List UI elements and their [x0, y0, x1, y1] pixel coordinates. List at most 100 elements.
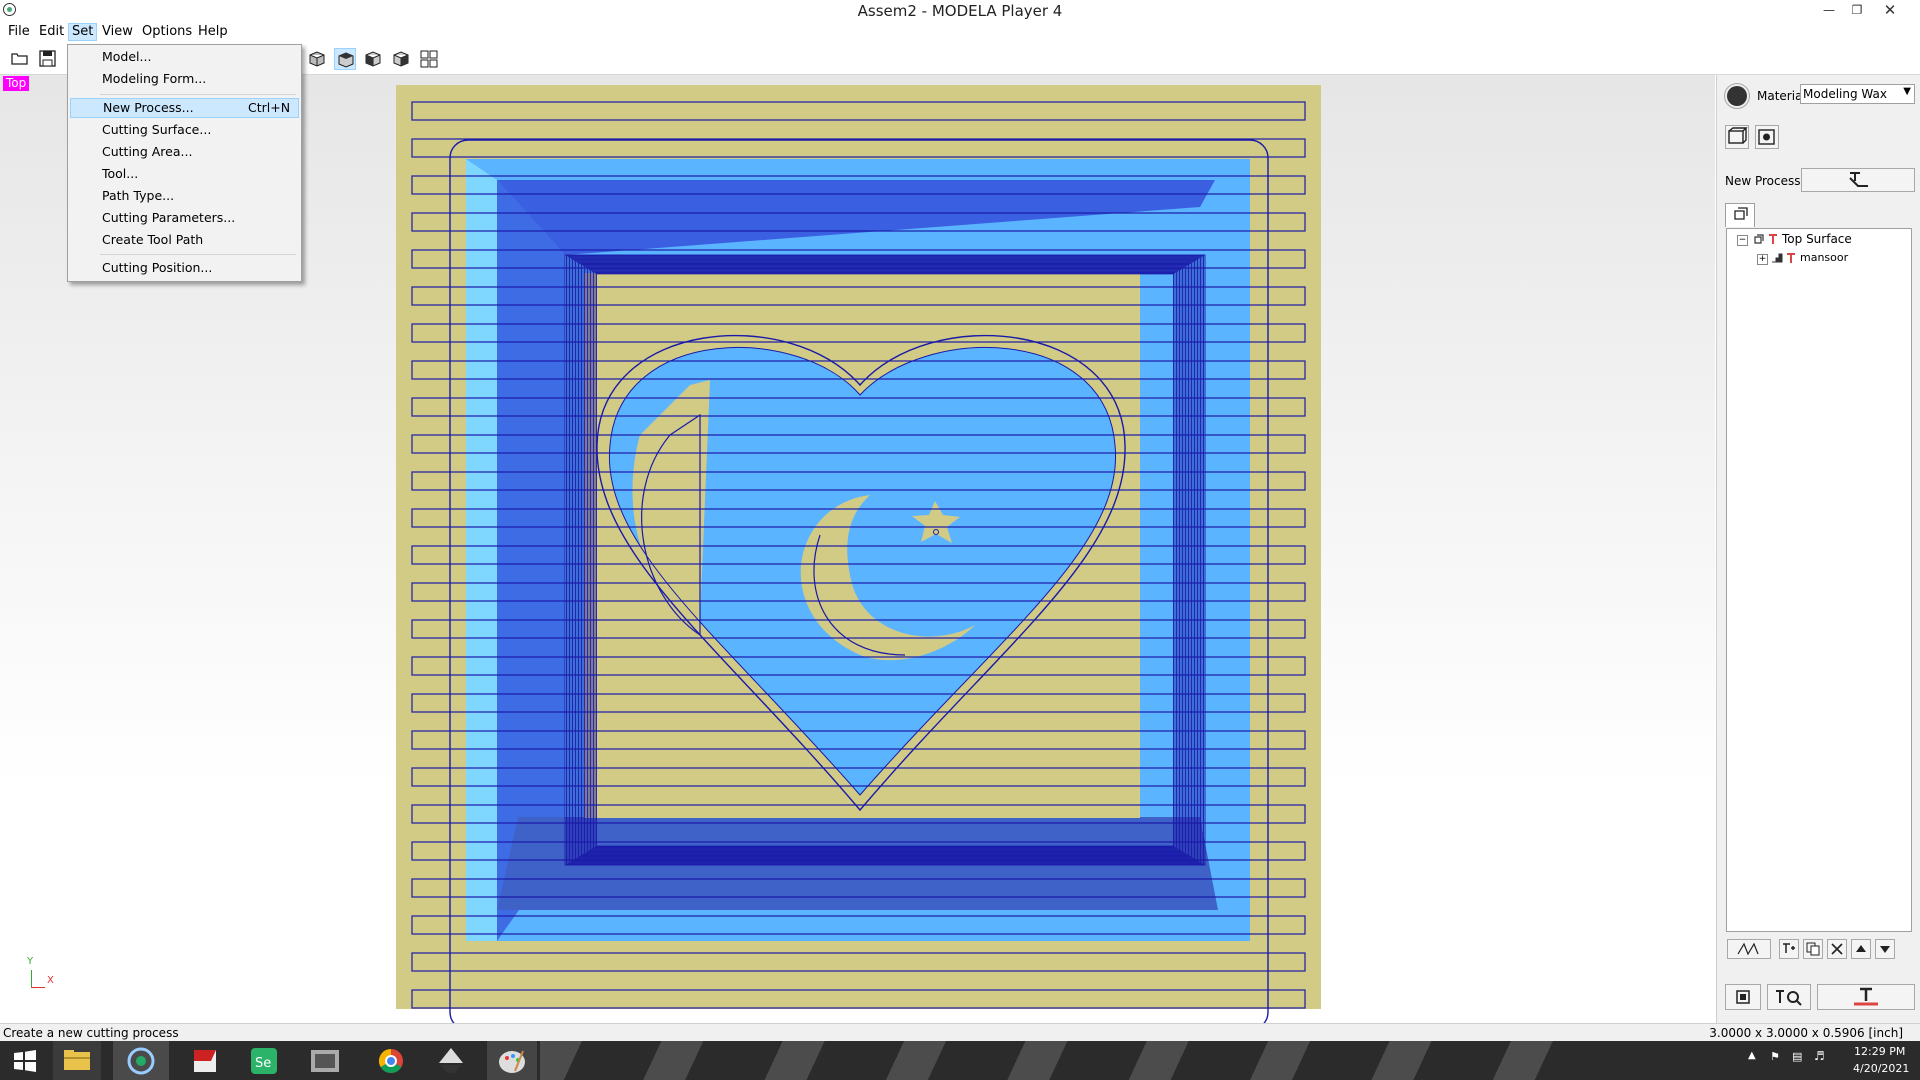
chevron-down-icon: ▼ [1903, 86, 1911, 97]
menu-item-label: New Process... [103, 100, 194, 115]
cube-front-icon [365, 51, 381, 67]
flag-icon[interactable]: ⚑ [1770, 1050, 1780, 1063]
window-title: Assem2 - MODELA Player 4 [857, 2, 1063, 20]
menu-item-label: Cutting Surface... [102, 122, 212, 137]
menu-item-tool[interactable]: Tool... [70, 164, 299, 184]
tool-search-icon [1776, 990, 1802, 1006]
model-tab-button[interactable] [1725, 125, 1749, 149]
svg-text:Se: Se [255, 1056, 271, 1071]
modela-icon [127, 1047, 155, 1075]
axis-y-line [31, 970, 32, 987]
new-process-label: New Process [1725, 174, 1801, 188]
cut-button[interactable] [1817, 984, 1915, 1010]
taskbar-modela-player[interactable] [113, 1041, 169, 1080]
menu-item-create-tool-path[interactable]: Create Tool Path [70, 230, 299, 250]
clock-time[interactable]: 12:29 PM [1854, 1045, 1905, 1058]
arrow-up-icon [1856, 945, 1866, 952]
start-button[interactable] [0, 1041, 50, 1080]
axis-y-label: Y [27, 956, 34, 967]
menu-view[interactable]: View [99, 24, 136, 40]
status-bar: Create a new cutting process 3.0000 x 3.… [0, 1023, 1920, 1042]
path-search-button[interactable] [1767, 984, 1811, 1010]
menu-item-new-process[interactable]: New Process... Ctrl+N [70, 98, 299, 118]
delete-icon [1831, 943, 1843, 955]
stock-icon [1758, 129, 1775, 145]
material-select[interactable]: Modeling Wax ▼ [1800, 84, 1915, 104]
red-app-icon [194, 1050, 216, 1072]
menu-file[interactable]: File [5, 24, 33, 40]
expand-icon[interactable]: + [1757, 254, 1768, 265]
menu-item-modeling-form[interactable]: Modeling Form... [70, 69, 299, 89]
process-tree-tab[interactable] [1725, 203, 1755, 227]
network-icon[interactable]: ▤ [1792, 1050, 1802, 1063]
taskbar: Se ▲ ⚑ ▤ ♬ 12:29 PM 4/20/2021 [0, 1041, 1920, 1080]
minimize-button[interactable]: — [1815, 0, 1843, 20]
taskbar-solid-edge[interactable]: Se [241, 1041, 289, 1080]
taskbar-app-red[interactable] [181, 1041, 229, 1080]
view-side-button[interactable] [390, 48, 412, 70]
menu-item-model[interactable]: Model... [70, 47, 299, 67]
close-button[interactable]: ✕ [1876, 0, 1904, 20]
restore-button[interactable]: ❐ [1843, 0, 1871, 20]
menu-item-label: Create Tool Path [102, 232, 204, 247]
windows-logo-icon [14, 1050, 36, 1072]
move-up-button[interactable] [1851, 939, 1871, 959]
clock-date[interactable]: 4/20/2021 [1853, 1062, 1909, 1075]
cube-top-icon [338, 52, 354, 68]
delete-process-button[interactable] [1827, 939, 1847, 959]
taskbar-paint[interactable] [487, 1041, 537, 1080]
preview-path-button[interactable] [1727, 939, 1771, 959]
tree-item-mansoor[interactable]: mansoor [1800, 251, 1848, 264]
taskbar-inkscape[interactable] [427, 1041, 475, 1080]
taskbar-app-gray[interactable] [301, 1041, 349, 1080]
view-top-button[interactable] [334, 48, 356, 70]
save-icon [39, 50, 56, 67]
arrow-down-icon [1880, 946, 1890, 953]
stock-view-button[interactable] [1725, 984, 1761, 1010]
menu-item-label: Cutting Position... [102, 260, 213, 275]
view-four-button[interactable] [418, 48, 440, 70]
title-bar: Assem2 - MODELA Player 4 — ❐ ✕ [0, 0, 1920, 22]
taskbar-file-explorer[interactable] [53, 1041, 101, 1080]
axis-x-label: X [47, 975, 54, 986]
move-down-button[interactable] [1875, 939, 1895, 959]
menu-item-path-type[interactable]: Path Type... [70, 186, 299, 206]
model-cube-icon [1728, 127, 1748, 144]
menu-item-cutting-surface[interactable]: Cutting Surface... [70, 120, 299, 140]
menu-set[interactable]: Set [68, 23, 98, 41]
stock-tab-button[interactable] [1755, 125, 1779, 149]
view-iso-button[interactable] [306, 48, 328, 70]
copy-process-button[interactable] [1803, 939, 1823, 959]
solid-edge-icon: Se [251, 1048, 277, 1074]
taskbar-chrome[interactable] [367, 1041, 415, 1080]
save-file-button[interactable] [37, 48, 59, 70]
material-settings-button[interactable] [1724, 83, 1750, 109]
tree-tab-icon [1734, 207, 1748, 220]
process-panel: Material Modeling Wax ▼ New Process − To… [1716, 75, 1920, 1023]
menu-separator [100, 254, 296, 255]
gray-app-icon [311, 1050, 339, 1072]
show-hidden-icons[interactable]: ▲ [1748, 1050, 1756, 1061]
status-dimensions: 3.0000 x 3.0000 x 0.5906 [inch] [1709, 1026, 1903, 1040]
view-front-button[interactable] [362, 48, 384, 70]
menu-separator [100, 94, 296, 95]
add-process-button[interactable] [1779, 939, 1799, 959]
volume-icon[interactable]: ♬ [1814, 1049, 1825, 1063]
collapse-icon[interactable]: − [1737, 235, 1748, 246]
menu-edit[interactable]: Edit [36, 24, 67, 40]
axis-x-line [31, 987, 45, 988]
menu-item-cutting-area[interactable]: Cutting Area... [70, 142, 299, 162]
menu-item-shortcut: Ctrl+N [248, 100, 291, 115]
process-icon [1754, 234, 1764, 244]
open-file-button[interactable] [9, 48, 31, 70]
wallpaper-texture [540, 1041, 1600, 1080]
menu-item-cutting-position[interactable]: Cutting Position... [70, 258, 299, 278]
menu-item-cutting-parameters[interactable]: Cutting Parameters... [70, 208, 299, 228]
compass-icon [1727, 86, 1747, 106]
new-process-button[interactable] [1801, 168, 1915, 192]
menu-options[interactable]: Options [139, 24, 195, 40]
tree-item-top-surface[interactable]: Top Surface [1782, 232, 1852, 246]
folder-icon [64, 1050, 90, 1070]
menu-help[interactable]: Help [195, 24, 231, 40]
menu-item-label: Modeling Form... [102, 71, 207, 86]
